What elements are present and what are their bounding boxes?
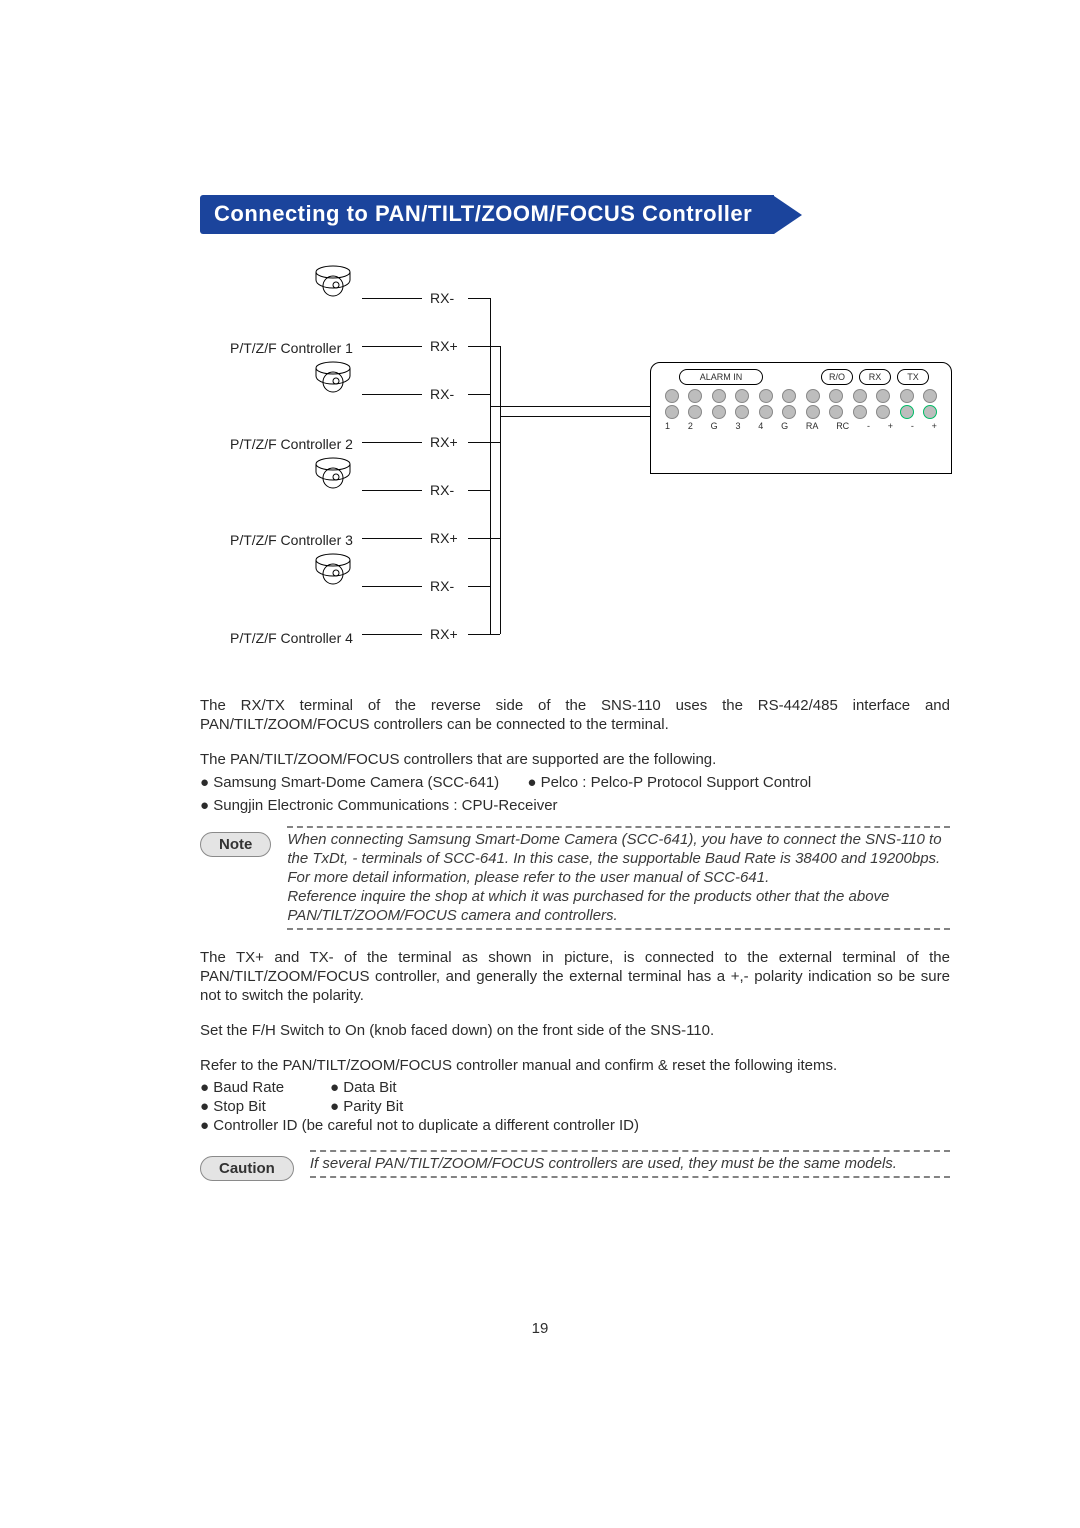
note-text-1: When connecting Samsung Smart-Dome Camer… (287, 830, 950, 888)
conf-controller-id: Controller ID (be careful not to duplica… (200, 1117, 639, 1134)
page-number: 19 (0, 1320, 1080, 1337)
supported-list: Samsung Smart-Dome Camera (SCC-641) Pelc… (200, 774, 950, 791)
terminal-legend: 12G34GRARC-+-+ (665, 421, 937, 431)
wiring-diagram: P/T/Z/F Controller 1 RX- RX+ P/T/Z/F Con… (200, 260, 950, 680)
controller-3-label: P/T/Z/F Controller 3 (230, 532, 353, 548)
paragraph-fhswitch: Set the F/H Switch to On (knob faced dow… (200, 1021, 950, 1040)
rx-minus-label-3: RX- (430, 482, 454, 498)
rx-pill: RX (859, 369, 891, 385)
caution-pill: Caution (200, 1156, 294, 1181)
section-heading: Connecting to PAN/TILT/ZOOM/FOCUS Contro… (200, 195, 774, 234)
rx-plus-label-4: RX+ (430, 626, 458, 642)
alarm-in-pill: ALARM IN (679, 369, 763, 385)
tx-pill: TX (897, 369, 929, 385)
paragraph-supported: The PAN/TILT/ZOOM/FOCUS controllers that… (200, 750, 950, 769)
rx-minus-label-4: RX- (430, 578, 454, 594)
conf-stop-bit: Stop Bit (200, 1098, 330, 1115)
rx-plus-label-1: RX+ (430, 338, 458, 354)
section-heading-ribbon: Connecting to PAN/TILT/ZOOM/FOCUS Contro… (200, 195, 950, 234)
supported-item-1: Samsung Smart-Dome Camera (SCC-641) (200, 774, 499, 791)
controller-1-label: P/T/Z/F Controller 1 (230, 340, 353, 356)
dashed-divider (287, 826, 950, 828)
dashed-divider (287, 928, 950, 930)
dashed-divider (310, 1176, 950, 1178)
camera-icon (310, 356, 356, 402)
controller-4-label: P/T/Z/F Controller 4 (230, 630, 353, 646)
conf-data-bit: Data Bit (330, 1079, 397, 1096)
note-text-2: Reference inquire the shop at which it w… (287, 887, 950, 925)
caution-text: If several PAN/TILT/ZOOM/FOCUS controlle… (310, 1154, 950, 1173)
rx-plus-label-2: RX+ (430, 434, 458, 450)
supported-item-2: Pelco : Pelco-P Protocol Support Control (527, 774, 811, 791)
camera-icon (310, 452, 356, 498)
camera-icon (310, 548, 356, 594)
note-pill: Note (200, 832, 271, 857)
camera-icon (310, 260, 356, 306)
dashed-divider (310, 1150, 950, 1152)
rx-minus-label-2: RX- (430, 386, 454, 402)
ro-pill: R/O (821, 369, 853, 385)
connector-terminal-diagram: ALARM IN R/O RX TX 12G34GRARC-+-+ (650, 362, 952, 474)
controller-2-label: P/T/Z/F Controller 2 (230, 436, 353, 452)
supported-item-3: Sungjin Electronic Communications : CPU-… (200, 797, 558, 814)
conf-baud-rate: Baud Rate (200, 1079, 330, 1096)
paragraph-polarity: The TX+ and TX- of the terminal as shown… (200, 948, 950, 1006)
rx-plus-label-3: RX+ (430, 530, 458, 546)
note-block: Note When connecting Samsung Smart-Dome … (200, 824, 950, 932)
caution-block: Caution If several PAN/TILT/ZOOM/FOCUS c… (200, 1148, 950, 1181)
paragraph-interface: The RX/TX terminal of the reverse side o… (200, 696, 950, 734)
rx-minus-label-1: RX- (430, 290, 454, 306)
config-items-list: Baud RateData Bit Stop BitParity Bit Con… (200, 1079, 950, 1134)
conf-parity-bit: Parity Bit (330, 1098, 403, 1115)
ribbon-chevron-icon (774, 196, 802, 234)
paragraph-confirm-reset: Refer to the PAN/TILT/ZOOM/FOCUS control… (200, 1056, 950, 1075)
